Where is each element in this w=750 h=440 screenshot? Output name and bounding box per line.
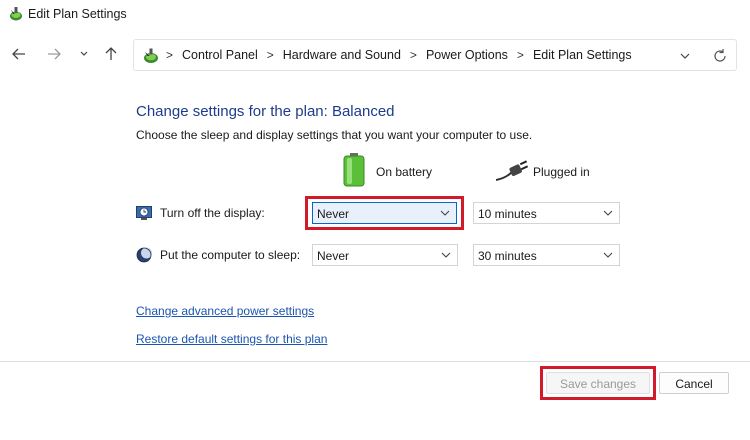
- refresh-icon[interactable]: [712, 48, 728, 64]
- breadcrumb-item[interactable]: Edit Plan Settings: [533, 48, 632, 62]
- sleep-moon-icon: [136, 247, 152, 263]
- breadcrumb-item[interactable]: Power Options: [426, 48, 508, 62]
- column-header-battery: On battery: [376, 165, 433, 179]
- chevron-down-icon: [441, 252, 451, 258]
- footer-divider: [0, 361, 750, 362]
- chevron-down-icon[interactable]: [678, 49, 692, 63]
- display-timer-icon: [136, 206, 152, 220]
- address-bar[interactable]: > Control Panel > Hardware and Sound > P…: [133, 39, 737, 71]
- row-label-sleep: Put the computer to sleep:: [160, 248, 301, 262]
- power-plug-icon: [496, 160, 528, 181]
- breadcrumb-item[interactable]: Control Panel: [182, 48, 258, 62]
- forward-button[interactable]: [44, 44, 64, 64]
- save-changes-button[interactable]: Save changes: [546, 372, 650, 394]
- up-button[interactable]: [101, 44, 121, 64]
- arrow-right-icon: [48, 48, 61, 60]
- arrow-up-icon: [105, 47, 117, 60]
- breadcrumb-separator: >: [409, 48, 417, 62]
- column-header-plugged-in: Plugged in: [533, 165, 590, 179]
- breadcrumb-item[interactable]: Hardware and Sound: [283, 48, 401, 62]
- power-options-icon: [144, 48, 158, 63]
- cancel-button[interactable]: Cancel: [659, 372, 729, 394]
- breadcrumb: > Control Panel > Hardware and Sound > P…: [166, 48, 632, 62]
- restore-defaults-link[interactable]: Restore default settings for this plan: [136, 332, 327, 346]
- arrow-left-icon: [12, 48, 25, 60]
- display-battery-select[interactable]: Never: [312, 202, 457, 224]
- advanced-power-settings-link[interactable]: Change advanced power settings: [136, 304, 314, 318]
- select-value: 30 minutes: [478, 249, 537, 263]
- power-options-icon: [10, 7, 22, 21]
- chevron-down-icon: [80, 51, 88, 56]
- sleep-battery-select[interactable]: Never: [312, 244, 458, 266]
- select-value: Never: [317, 207, 350, 221]
- display-plugged-select[interactable]: 10 minutes: [473, 202, 620, 224]
- chevron-down-icon: [603, 252, 613, 258]
- breadcrumb-separator: >: [516, 48, 524, 62]
- breadcrumb-separator: >: [266, 48, 274, 62]
- select-value: 10 minutes: [478, 207, 537, 221]
- back-button[interactable]: [9, 44, 29, 64]
- page-title: Change settings for the plan: Balanced: [136, 103, 395, 120]
- battery-icon: [343, 153, 365, 187]
- page-description: Choose the sleep and display settings th…: [136, 128, 533, 142]
- chevron-down-icon: [603, 210, 613, 216]
- row-label-display: Turn off the display:: [160, 206, 265, 220]
- title-bar: Edit Plan Settings: [0, 0, 750, 28]
- recent-locations-button[interactable]: [74, 44, 94, 64]
- window-title: Edit Plan Settings: [28, 7, 127, 21]
- sleep-plugged-select[interactable]: 30 minutes: [473, 244, 620, 266]
- chevron-down-icon: [440, 210, 450, 216]
- breadcrumb-separator: >: [166, 48, 174, 62]
- select-value: Never: [317, 249, 350, 263]
